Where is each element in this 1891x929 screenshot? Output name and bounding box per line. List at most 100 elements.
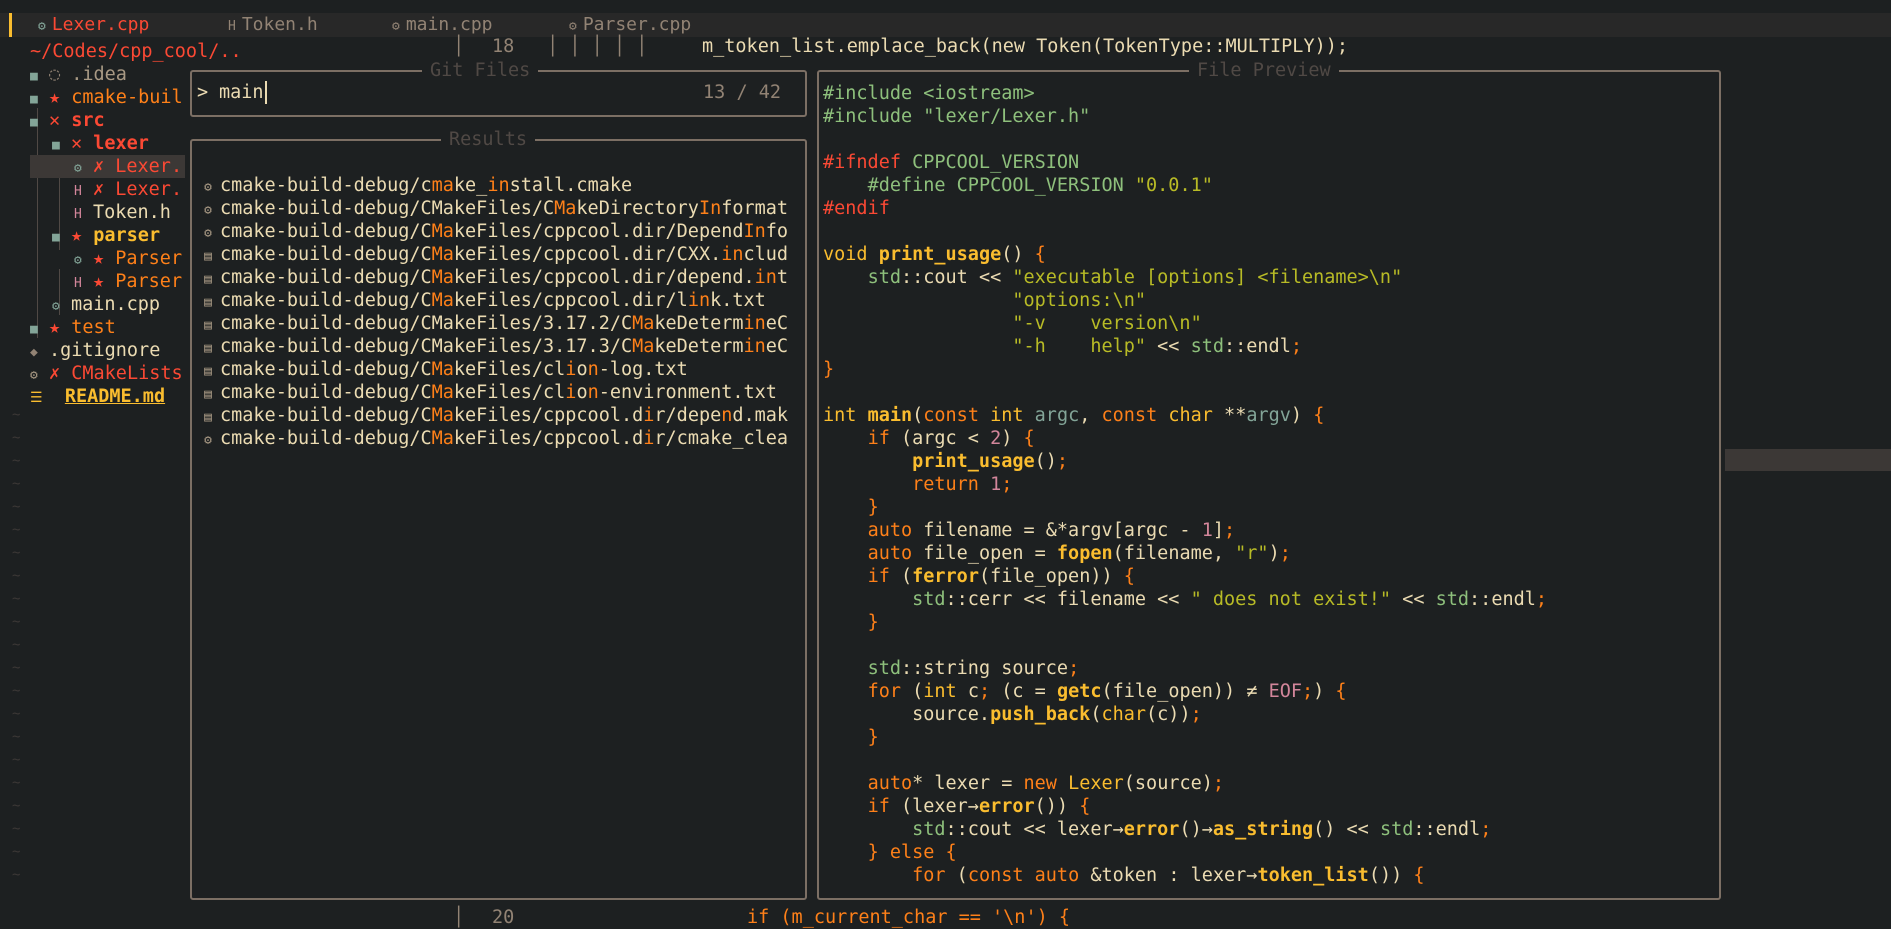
new-star-icon: ★ [48,317,61,338]
tree-item-parser-h[interactable]: H ★ Parser [74,270,182,293]
tree-item-main-cpp[interactable]: ⚙ main.cpp [52,293,160,316]
tree-root-path[interactable]: ~/Codes/cpp_cool/.. [30,40,242,63]
cpp-file-icon: ⚙ [38,19,46,34]
editor-code-line-bottom: if (m_current_char == '\n') { [747,907,1071,928]
empty-line-tilde: ~ [12,660,21,676]
empty-line-tilde: ~ [12,591,21,607]
code-line: for (const auto &token : lexer→token_lis… [912,865,1425,886]
tabline: ⚙ Lexer.cpp H Token.h ⚙ main.cpp ⚙ Parser.cp… [0,13,1891,37]
document-icon: ▤ [204,364,212,379]
result-item[interactable]: ▤ cmake-build-debug/CMakeFiles/cppcool.di… [196,404,802,427]
editor-line-number: 18 [492,36,515,57]
scrollbar-thumb[interactable] [1725,449,1891,471]
result-item[interactable]: ⚙ cmake-build-debug/CMakeFiles/cppcool.di… [196,427,802,450]
result-item[interactable]: ▤ cmake-build-debug/CMakeFiles/cppcool.di… [196,266,802,289]
result-item[interactable]: ▤ cmake-build-debug/CMakeFiles/3.17.3/CMa… [196,335,802,358]
match-count: 13 / 42 [703,82,781,103]
tab-lexer-cpp[interactable]: ⚙ Lexer.cpp [38,13,149,37]
empty-line-tilde: ~ [12,568,21,584]
cpp-file-icon: ⚙ [569,19,577,34]
tree-item-idea[interactable]: ■ ◌ .idea [30,63,127,86]
modified-x-icon: ✕ [70,133,83,154]
result-item[interactable]: ▤ cmake-build-debug/CMakeFiles/clion-envi… [196,381,802,404]
empty-line-tilde: ~ [12,867,21,883]
empty-line-tilde: ~ [12,706,21,722]
code-line: std::cout << lexer→error()→as_string() <… [912,819,1492,840]
tab-token-h[interactable]: H Token.h [228,13,318,37]
code-line: } else { [867,842,957,863]
code-line: #endif [823,198,890,219]
tree-item-gitignore[interactable]: ◆ .gitignore [30,339,160,362]
code-line: if (argc < 2) { [867,428,1035,449]
tree-item-src[interactable]: ■ ✕ src [30,109,105,132]
tab-main-cpp[interactable]: ⚙ main.cpp [392,13,493,37]
search-input[interactable]: main [219,81,267,104]
gear-icon: ⚙ [204,433,212,448]
ignored-icon: ◌ [48,64,61,85]
code-line: void print_usage() { [823,244,1046,265]
code-line: source.push_back(char(c)); [823,704,1202,725]
code-line: int main(const int argc, const char **ar… [823,405,1325,426]
empty-line-tilde: ~ [12,407,21,423]
editor-separator: │ [453,36,465,57]
tree-item-parser-cpp[interactable]: ⚙ ★ Parser [74,247,182,270]
editor-indent-guides: │ │ │ │ │ [547,36,648,57]
code-line: std::cerr << filename << " does not exis… [912,589,1548,610]
tree-item-lexer-h[interactable]: H ✗ Lexer. [74,178,182,201]
tree-item-lexer-cpp[interactable]: ⚙ ✗ Lexer. [30,155,185,178]
file-preview-panel: File Preview #include <iostream> #includ… [817,59,1721,900]
prompt-panel-title: Git Files [422,59,539,82]
editor-code-line: m_token_list.emplace_back(new Token(Toke… [702,35,1348,58]
empty-line-tilde: ~ [12,821,21,837]
code-line: } [867,497,879,518]
empty-line-tilde: ~ [12,453,21,469]
code-line: } [823,359,835,380]
tree-item-cmakelists[interactable]: ⚙ ✗ CMakeLists [30,362,183,385]
tree-item-readme[interactable]: ☰ README.md [30,385,165,408]
editor-line-number-bottom: 20 [492,907,515,928]
results-panel-title: Results [441,128,535,151]
cpp-file-icon: ⚙ [74,253,82,268]
result-item[interactable]: ▤ cmake-build-debug/CMakeFiles/3.17.2/CMa… [196,312,802,335]
modified-x-icon: ✗ [48,363,61,384]
tree-item-test[interactable]: ■ ★ test [30,316,116,339]
modified-x-icon: ✕ [48,110,61,131]
folder-icon: ■ [30,69,38,84]
new-star-icon: ★ [70,225,83,246]
code-line: #include <iostream> [823,83,1035,104]
empty-line-tilde: ~ [12,545,21,561]
code-line: if (lexer→error()) { [867,796,1091,817]
tree-item-lexer[interactable]: ■ ✕ lexer [52,132,149,155]
code-line: auto filename = &*argv[argc - 1]; [867,520,1236,541]
result-item[interactable]: ▤ cmake-build-debug/CMakeFiles/cppcool.di… [196,243,802,266]
cpp-file-icon: ⚙ [74,161,82,176]
code-line: #include "lexer/Lexer.h" [823,106,1091,127]
document-icon: ▤ [204,410,212,425]
empty-line-tilde: ~ [12,430,21,446]
tree-item-parser[interactable]: ■ ★ parser [52,224,160,247]
result-item[interactable]: ⚙ cmake-build-debug/CMakeFiles/CMakeDirec… [196,197,802,220]
empty-line-tilde: ~ [12,752,21,768]
file-tree: ~/Codes/cpp_cool/.. ■ ◌ .idea ■ ★ cmake-… [0,40,242,910]
preview-panel-title: File Preview [1189,59,1339,82]
code-line: std::string source; [867,658,1080,679]
empty-line-tilde: ~ [12,637,21,653]
code-line: #define CPPCOOL_VERSION "0.0.1" [867,175,1213,196]
code-line: #ifndef CPPCOOL_VERSION [823,152,1080,173]
gear-icon: ⚙ [204,226,212,241]
result-item[interactable]: ▤ cmake-build-debug/CMakeFiles/cppcool.di… [196,289,802,312]
document-icon: ▤ [204,295,212,310]
result-item[interactable]: ⚙ cmake-build-debug/CMakeFiles/cppcool.di… [196,220,802,243]
tree-item-token-h[interactable]: H Token.h [74,201,171,224]
tab-parser-cpp[interactable]: ⚙ Parser.cpp [569,13,691,37]
result-item-selected[interactable]: > ⚙ src/main.cpp [196,151,416,174]
tree-item-cmake-build[interactable]: ■ ★ cmake-buil [30,86,183,109]
folder-open-icon: ■ [52,230,60,245]
empty-line-tilde: ~ [12,476,21,492]
code-line: auto file_open = fopen(filename, "r"); [867,543,1291,564]
result-item[interactable]: ▤ cmake-build-debug/CMakeFiles/clion-log.… [196,358,802,381]
gear-icon: ⚙ [204,180,212,195]
result-item[interactable]: ⚙ cmake-build-debug/cmake_install.cmake [196,174,802,197]
tree-guide [37,108,38,338]
folder-open-icon: ■ [52,138,60,153]
